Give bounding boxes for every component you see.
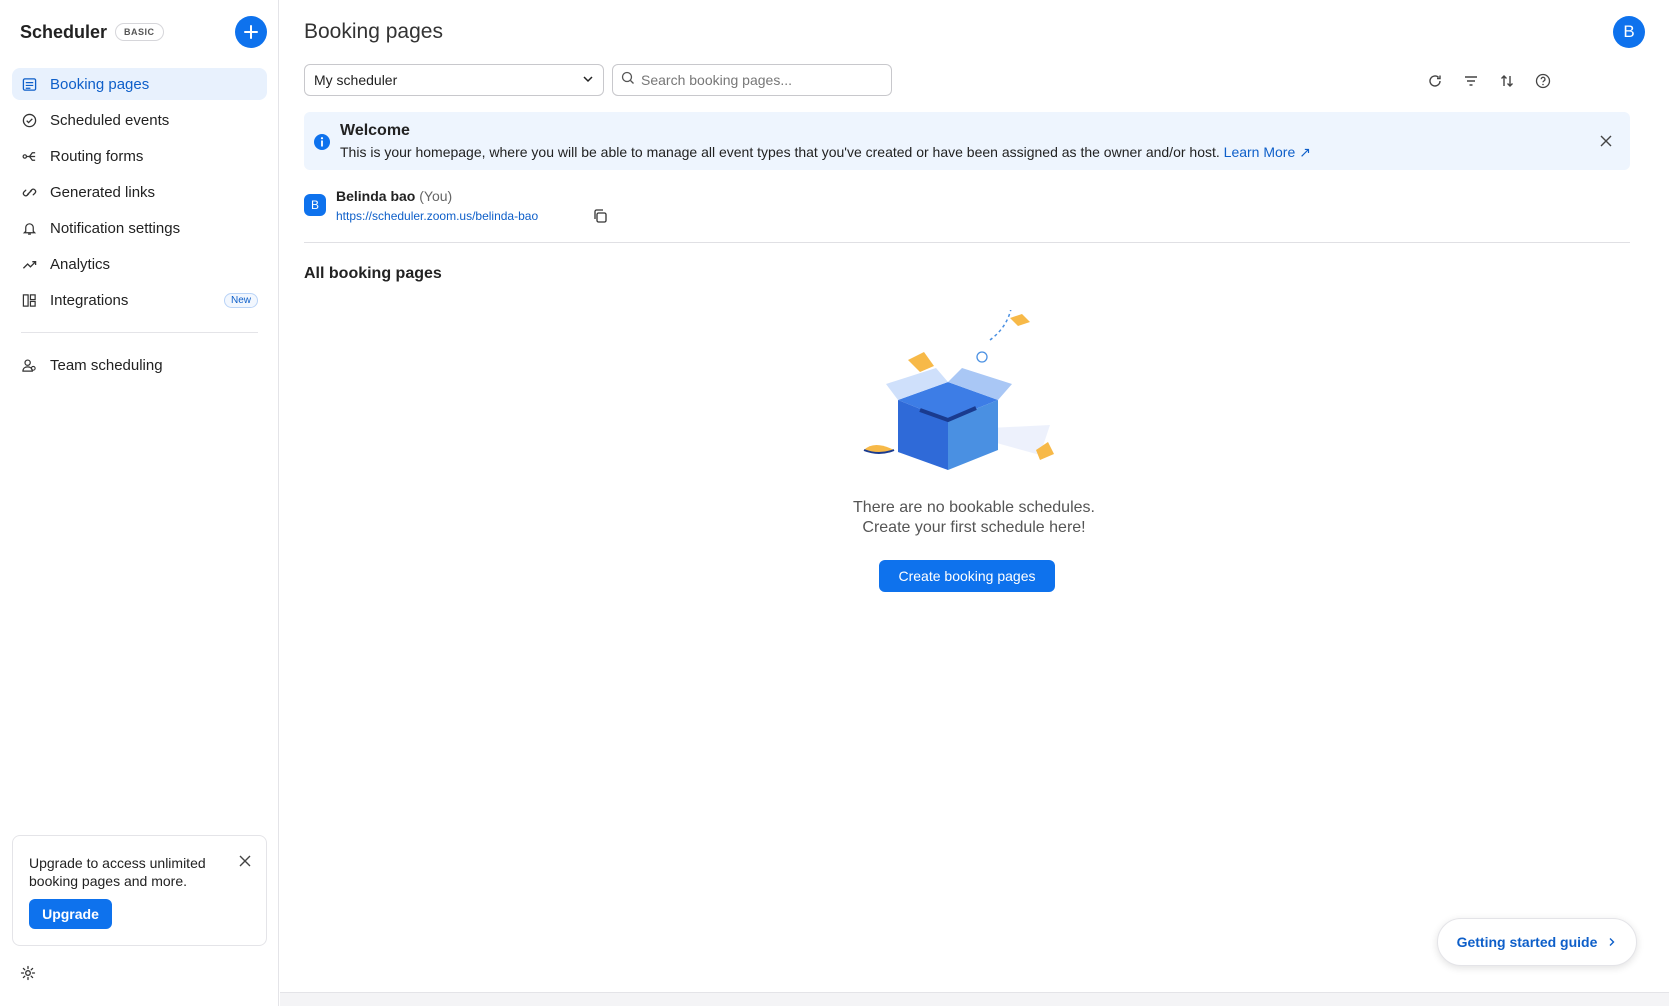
new-badge: New bbox=[223, 292, 258, 308]
help-icon[interactable] bbox=[1534, 72, 1552, 90]
upgrade-button[interactable]: Upgrade bbox=[29, 899, 112, 929]
welcome-banner: Welcome This is your homepage, where you… bbox=[304, 112, 1630, 170]
sidebar-item-label: Booking pages bbox=[50, 75, 150, 93]
sidebar-item-label: Notification settings bbox=[50, 219, 181, 237]
search-input[interactable] bbox=[641, 72, 881, 88]
owner-avatar: B bbox=[304, 194, 326, 216]
refresh-icon[interactable] bbox=[1426, 72, 1444, 90]
guide-label: Getting started guide bbox=[1456, 934, 1598, 950]
check-circle-icon bbox=[21, 112, 37, 128]
empty-line-1: There are no bookable schedules. bbox=[853, 499, 1095, 516]
empty-box-illustration bbox=[863, 310, 1054, 470]
search-box[interactable] bbox=[612, 64, 892, 96]
sidebar-item-label: Routing forms bbox=[50, 147, 144, 165]
owner-name-text: Belinda bao bbox=[336, 188, 416, 204]
add-button[interactable] bbox=[235, 16, 267, 48]
sidebar-nav: Booking pages Scheduled events Routing f… bbox=[12, 68, 267, 385]
gear-icon[interactable] bbox=[20, 965, 36, 981]
booking-pages-icon bbox=[21, 76, 37, 92]
sidebar-item-team-scheduling[interactable]: Team scheduling bbox=[12, 349, 267, 381]
upgrade-card: Upgrade to access unlimited booking page… bbox=[12, 835, 267, 946]
plan-badge: BASIC bbox=[115, 23, 164, 41]
routing-icon bbox=[21, 148, 37, 164]
info-icon bbox=[313, 133, 331, 151]
empty-state-text: There are no bookable schedules. Create … bbox=[824, 498, 1124, 538]
search-icon bbox=[621, 71, 635, 90]
empty-line-2: Create your first schedule here! bbox=[862, 519, 1086, 536]
page-title: Booking pages bbox=[304, 20, 443, 43]
banner-message: This is your homepage, where you will be… bbox=[340, 144, 1220, 160]
sidebar-item-routing-forms[interactable]: Routing forms bbox=[12, 140, 267, 172]
sidebar: Scheduler BASIC Booking pages Scheduled … bbox=[0, 0, 279, 1006]
sidebar-item-label: Generated links bbox=[50, 183, 156, 201]
sidebar-item-label: Scheduled events bbox=[50, 111, 170, 129]
copy-icon[interactable] bbox=[592, 208, 608, 224]
create-booking-pages-button[interactable]: Create booking pages bbox=[879, 560, 1055, 592]
chevron-right-icon bbox=[1607, 934, 1617, 950]
filter-icon[interactable] bbox=[1462, 72, 1480, 90]
close-icon[interactable] bbox=[1598, 133, 1614, 149]
sidebar-item-notification-settings[interactable]: Notification settings bbox=[12, 212, 267, 244]
sidebar-item-scheduled-events[interactable]: Scheduled events bbox=[12, 104, 267, 136]
trend-icon bbox=[21, 256, 37, 272]
owner-you-tag: (You) bbox=[419, 188, 453, 204]
getting-started-guide-button[interactable]: Getting started guide bbox=[1437, 918, 1637, 966]
link-icon bbox=[21, 184, 37, 200]
banner-title: Welcome bbox=[340, 122, 410, 139]
sidebar-item-generated-links[interactable]: Generated links bbox=[12, 176, 267, 208]
chevron-down-icon bbox=[582, 72, 594, 88]
owner-url-link[interactable]: https://scheduler.zoom.us/belinda-bao bbox=[336, 209, 538, 223]
banner-text: This is your homepage, where you will be… bbox=[340, 144, 1311, 161]
main-content: Booking pages B My scheduler Welcome Thi… bbox=[280, 0, 1669, 1006]
upgrade-text: Upgrade to access unlimited booking page… bbox=[29, 855, 206, 889]
owner-row: B Belinda bao (You) https://scheduler.zo… bbox=[304, 185, 904, 225]
sidebar-item-label: Integrations bbox=[50, 291, 129, 309]
team-icon bbox=[21, 357, 37, 373]
sidebar-item-label: Analytics bbox=[50, 255, 111, 273]
horizontal-scrollbar[interactable] bbox=[280, 992, 1669, 1006]
bell-icon bbox=[21, 220, 37, 236]
sidebar-item-label: Team scheduling bbox=[50, 356, 163, 374]
app-title: Scheduler bbox=[20, 21, 108, 42]
section-title: All booking pages bbox=[304, 265, 442, 282]
avatar[interactable]: B bbox=[1613, 16, 1645, 48]
integrations-icon bbox=[21, 292, 37, 308]
sidebar-item-booking-pages[interactable]: Booking pages bbox=[12, 68, 267, 100]
owner-name: Belinda bao (You) bbox=[336, 188, 452, 204]
plus-icon bbox=[244, 25, 258, 39]
scheduler-select[interactable]: My scheduler bbox=[304, 64, 604, 96]
sidebar-item-integrations[interactable]: Integrations New bbox=[12, 284, 267, 316]
close-icon[interactable] bbox=[237, 853, 253, 869]
nav-divider bbox=[21, 332, 258, 333]
brand: Scheduler BASIC bbox=[20, 20, 164, 44]
sidebar-item-analytics[interactable]: Analytics bbox=[12, 248, 267, 280]
sort-icon[interactable] bbox=[1498, 72, 1516, 90]
divider bbox=[304, 242, 1630, 243]
learn-more-link[interactable]: Learn More ↗ bbox=[1224, 144, 1311, 160]
scheduler-select-value: My scheduler bbox=[314, 72, 398, 88]
